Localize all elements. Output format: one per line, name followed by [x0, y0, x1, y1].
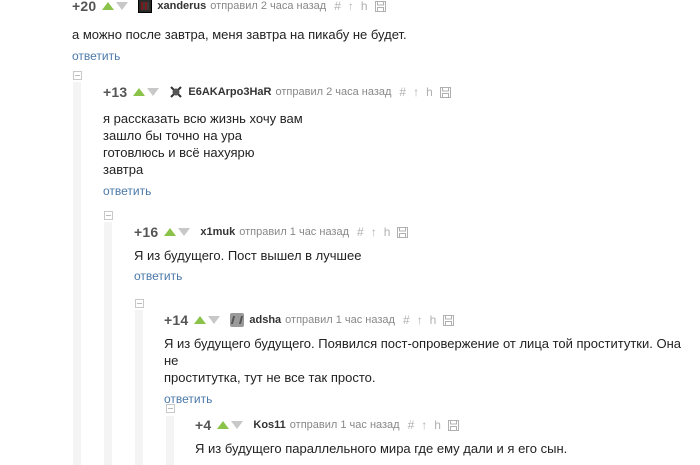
comment: +13 E6AKArpo3HaR отправил 2 часа назад #… [103, 82, 693, 200]
vote-down-icon[interactable] [231, 421, 244, 429]
comment-line: я рассказать всю жизнь хочу вам [103, 111, 303, 126]
vote-down-icon[interactable] [116, 2, 129, 10]
thread-guide-3[interactable] [135, 310, 143, 465]
comment-header: +20 xanderus отправил 2 часа назад # ↑ h [72, 0, 692, 16]
avatar[interactable] [138, 0, 153, 13]
branch-icon[interactable]: h [434, 419, 441, 431]
thread-guide-1[interactable] [73, 82, 81, 465]
vote-down-icon[interactable] [178, 228, 191, 236]
author-nick[interactable]: E6AKArpo3HaR [188, 86, 271, 98]
save-icon[interactable] [374, 0, 386, 12]
comment-rating: +16 [134, 224, 159, 240]
comment-header: +13 E6AKArpo3HaR отправил 2 часа назад #… [103, 82, 693, 102]
comment-line: а можно после завтра, меня завтра на пик… [72, 27, 407, 42]
comment-header: +14 adsha отправил 1 час назад # ↑ h [164, 310, 694, 330]
reply-link[interactable]: ответить [103, 184, 151, 198]
comment-time: отправил 1 час назад [239, 226, 350, 238]
comment-rating: +20 [72, 0, 97, 14]
save-icon[interactable] [439, 86, 451, 98]
comment-line: Я из будущего. Пост вышел в лучшее [134, 248, 362, 263]
comment-text: Я из будущего параллельного мира где ему… [195, 440, 695, 457]
collapse-toggle[interactable] [104, 211, 113, 220]
comment-text: а можно после завтра, меня завтра на пик… [72, 26, 692, 43]
comment-text: Я из будущего будущего. Появился пост-оп… [164, 335, 694, 386]
reply-link[interactable]: ответить [134, 269, 182, 283]
reply-link[interactable]: ответить [164, 392, 212, 406]
comment-rating: +14 [164, 312, 189, 328]
comment-line: зашло бы точно на ура [103, 128, 242, 143]
reply-link[interactable]: ответить [72, 49, 120, 63]
save-icon[interactable] [447, 419, 459, 431]
branch-icon[interactable]: h [426, 86, 433, 98]
thread-guide-2[interactable] [104, 222, 112, 465]
author-nick[interactable]: xanderus [157, 0, 206, 12]
comment-time: отправил 1 час назад [289, 419, 400, 431]
vote-up-icon[interactable] [133, 88, 146, 96]
hash-icon[interactable]: # [399, 86, 406, 98]
comment-line: Я из будущего будущего. Появился пост-оп… [164, 336, 681, 368]
comment-rating: +13 [103, 84, 128, 100]
hash-icon[interactable]: # [408, 419, 415, 431]
comment-text: я рассказать всю жизнь хочу вам зашло бы… [103, 110, 693, 178]
hash-icon[interactable]: # [403, 314, 410, 326]
comment-line: завтра [103, 162, 144, 177]
comment: +16 x1muk отправил 1 час назад # ↑ h Я и… [134, 222, 694, 285]
thread-guide-4[interactable] [166, 416, 174, 465]
author-nick[interactable]: adsha [249, 314, 281, 326]
hash-icon[interactable]: # [334, 0, 341, 12]
comment-time: отправил 2 часа назад [210, 0, 327, 12]
save-icon[interactable] [443, 314, 455, 326]
comment: +14 adsha отправил 1 час назад # ↑ h Я и… [164, 310, 694, 408]
comment-line: проститутка, тут не все так просто. [164, 370, 376, 385]
comment-line: Я из будущего параллельного мира где ему… [195, 441, 568, 456]
comment-text: Я из будущего. Пост вышел в лучшее [134, 247, 694, 264]
comment-header: +4 Kos11 отправил 1 час назад # ↑ h [195, 415, 695, 435]
vote-down-icon[interactable] [147, 88, 160, 96]
parent-arrow-icon[interactable]: ↑ [413, 86, 419, 98]
author-nick[interactable]: x1muk [200, 226, 235, 238]
comment-time: отправил 1 час назад [285, 314, 395, 326]
vote-up-icon[interactable] [217, 421, 230, 429]
vote-up-icon[interactable] [102, 2, 115, 10]
comment-time: отправил 2 часа назад [275, 86, 392, 98]
author-nick[interactable]: Kos11 [253, 419, 285, 431]
parent-arrow-icon[interactable]: ↑ [348, 0, 354, 12]
save-icon[interactable] [397, 226, 409, 238]
branch-icon[interactable]: h [384, 226, 391, 238]
comment-line: готовлюсь и всё нахуярю [103, 145, 255, 160]
comment: +4 Kos11 отправил 1 час назад # ↑ h Я из… [195, 415, 695, 457]
branch-icon[interactable]: h [430, 314, 437, 326]
parent-arrow-icon[interactable]: ↑ [421, 419, 427, 431]
parent-arrow-icon[interactable]: ↑ [417, 314, 423, 326]
collapse-toggle[interactable] [135, 299, 144, 308]
hash-icon[interactable]: # [357, 226, 364, 238]
vote-up-icon[interactable] [194, 316, 207, 324]
avatar[interactable] [230, 313, 245, 327]
branch-icon[interactable]: h [361, 0, 368, 12]
comment-header: +16 x1muk отправил 1 час назад # ↑ h [134, 222, 694, 242]
comment: +20 xanderus отправил 2 часа назад # ↑ h… [72, 0, 692, 65]
parent-arrow-icon[interactable]: ↑ [371, 226, 377, 238]
collapse-toggle[interactable] [73, 71, 82, 80]
vote-down-icon[interactable] [208, 316, 221, 324]
avatar[interactable] [169, 85, 184, 99]
comment-rating: +4 [195, 417, 212, 433]
vote-up-icon[interactable] [164, 228, 177, 236]
